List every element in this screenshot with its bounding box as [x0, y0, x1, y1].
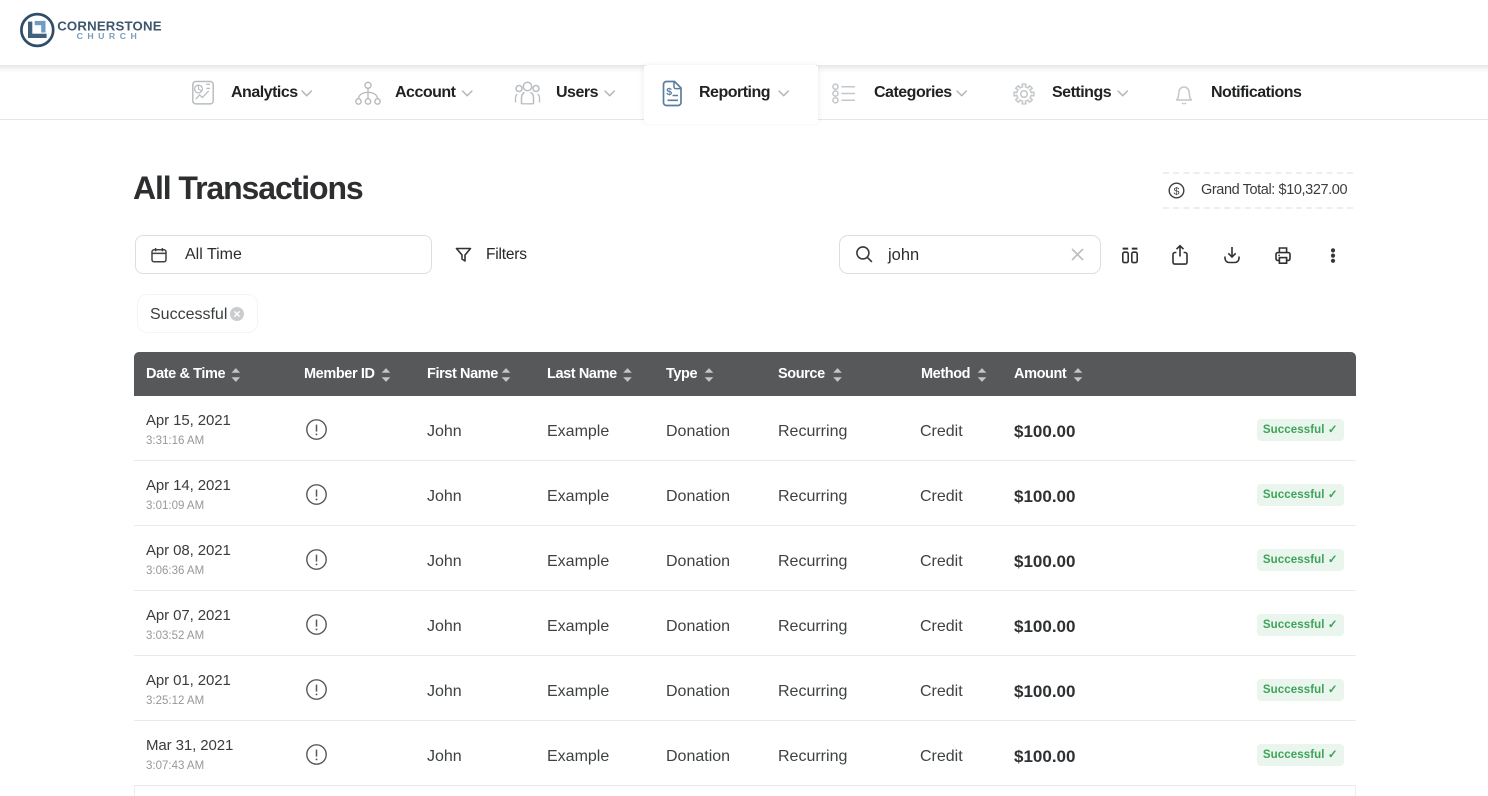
svg-text:$: $	[666, 86, 672, 98]
svg-text:CHURCH: CHURCH	[77, 31, 142, 41]
svg-text:$: $	[1174, 185, 1180, 197]
